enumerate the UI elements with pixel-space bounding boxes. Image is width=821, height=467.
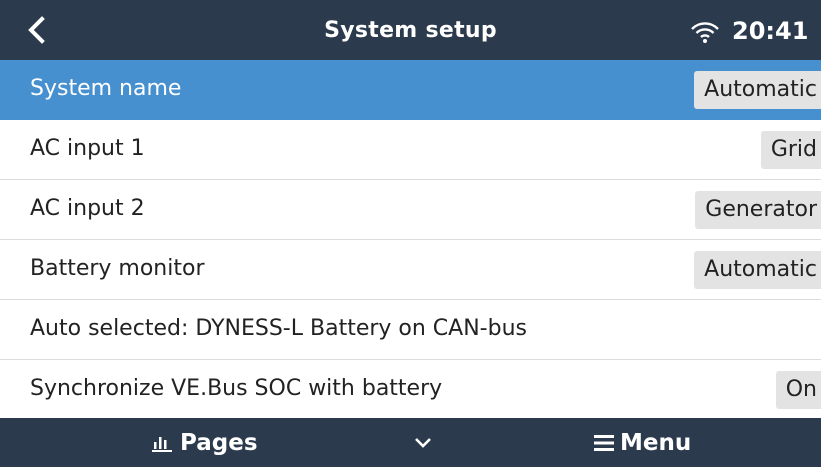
- bottom-bar: Pages Menu: [0, 418, 821, 467]
- menu-label: Menu: [620, 430, 692, 456]
- row-value: On: [775, 371, 821, 409]
- clock: 20:41: [732, 17, 809, 45]
- pages-label: Pages: [180, 430, 258, 456]
- row-value: Automatic: [694, 251, 821, 289]
- row-value: Automatic: [694, 71, 821, 109]
- top-bar: System setup 20:41: [0, 0, 821, 60]
- row-ac-input-2[interactable]: AC input 2 Generator: [0, 180, 821, 240]
- row-label: Battery monitor: [30, 256, 205, 281]
- row-system-name[interactable]: System name Automatic: [0, 60, 821, 120]
- row-label: AC input 1: [30, 136, 145, 161]
- row-value: Generator: [695, 191, 821, 229]
- settings-list: System name Automatic AC input 1 Grid AC…: [0, 60, 821, 420]
- chevron-down-icon[interactable]: [412, 432, 434, 454]
- row-label: Synchronize VE.Bus SOC with battery: [30, 376, 443, 401]
- row-auto-selected: Auto selected: DYNESS-L Battery on CAN-b…: [0, 300, 821, 360]
- pages-icon: [152, 437, 172, 452]
- row-ac-input-1[interactable]: AC input 1 Grid: [0, 120, 821, 180]
- row-label: AC input 2: [30, 196, 145, 221]
- menu-button[interactable]: Menu: [594, 418, 691, 467]
- menu-icon: [594, 435, 614, 451]
- row-label: Auto selected: DYNESS-L Battery on CAN-b…: [30, 316, 527, 341]
- row-label: System name: [30, 76, 182, 101]
- row-synchronize-soc[interactable]: Synchronize VE.Bus SOC with battery On: [0, 360, 821, 420]
- row-battery-monitor[interactable]: Battery monitor Automatic: [0, 240, 821, 300]
- row-value: Grid: [760, 131, 821, 169]
- system-setup-screen: System setup 20:41 System name Automatic…: [0, 0, 821, 467]
- wifi-icon: [690, 20, 720, 44]
- pages-button[interactable]: Pages: [152, 418, 258, 467]
